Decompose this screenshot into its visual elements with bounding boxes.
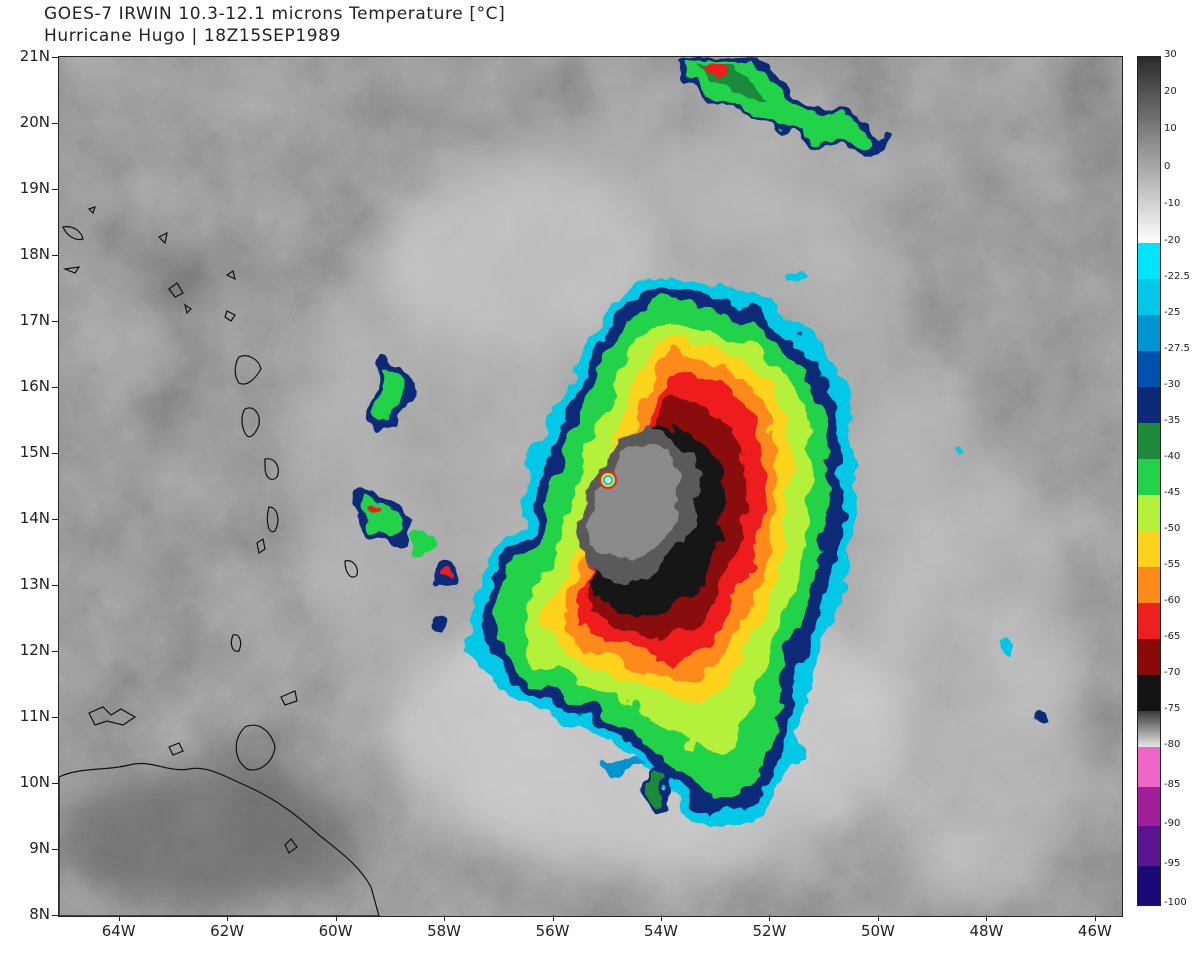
colorbar-segment bbox=[1138, 567, 1160, 603]
latitude-tick bbox=[52, 453, 58, 454]
colorbar-label: -35 bbox=[1164, 415, 1181, 426]
colorbar-label: 20 bbox=[1164, 86, 1177, 98]
colorbar-segment bbox=[1138, 351, 1160, 387]
colorbar-label: -55 bbox=[1164, 559, 1181, 570]
colorbar-segment bbox=[1138, 786, 1160, 826]
latitude-label: 11N bbox=[19, 707, 50, 725]
colorbar-segment bbox=[1138, 459, 1160, 495]
colorbar-segment bbox=[1138, 826, 1160, 866]
latitude-tick bbox=[52, 123, 58, 124]
colorbar-segment bbox=[1138, 423, 1160, 459]
latitude-label: 10N bbox=[19, 773, 50, 791]
colorbar-label: 0 bbox=[1164, 160, 1171, 172]
colorbar-label: 30 bbox=[1164, 49, 1177, 60]
longitude-label: 60W bbox=[318, 922, 353, 940]
latitude-tick bbox=[52, 849, 58, 850]
longitude-label: 52W bbox=[752, 922, 787, 940]
longitude-tick bbox=[877, 915, 879, 921]
longitude-label: 56W bbox=[535, 922, 570, 940]
colorbar-segment bbox=[1138, 243, 1160, 279]
colorbar-segment bbox=[1138, 603, 1160, 639]
latitude-label: 15N bbox=[19, 443, 50, 461]
colorbar-segment bbox=[1138, 279, 1160, 315]
colorbar-label: -75 bbox=[1164, 703, 1181, 714]
colorbar-segment bbox=[1138, 675, 1160, 711]
colorbar-label: -90 bbox=[1164, 818, 1181, 829]
latitude-label: 16N bbox=[19, 377, 50, 395]
latitude-label: 19N bbox=[19, 179, 50, 197]
colorbar-segment bbox=[1138, 315, 1160, 351]
longitude-tick bbox=[1094, 915, 1096, 921]
latitude-tick bbox=[52, 189, 58, 190]
colorbar-label: -45 bbox=[1164, 487, 1181, 498]
longitude-tick bbox=[769, 915, 771, 921]
longitude-label: 58W bbox=[427, 922, 462, 940]
chart-title: GOES-7 IRWIN 10.3-12.1 microns Temperatu… bbox=[44, 4, 506, 24]
satellite-imagery bbox=[59, 57, 1122, 916]
colorbar-label: -100 bbox=[1164, 897, 1187, 908]
colorbar-label: -22.5 bbox=[1164, 271, 1190, 282]
colorbar-segment bbox=[1138, 747, 1160, 787]
colorbar-segment bbox=[1138, 57, 1160, 243]
longitude-label: 62W bbox=[210, 922, 245, 940]
chart-subtitle: Hurricane Hugo | 18Z15SEP1989 bbox=[44, 26, 342, 46]
colorbar-label: -85 bbox=[1164, 778, 1181, 790]
colorbar-label: -50 bbox=[1164, 523, 1181, 534]
colorbar-label: -95 bbox=[1164, 857, 1181, 869]
longitude-tick bbox=[986, 915, 988, 921]
longitude-label: 64W bbox=[101, 922, 136, 940]
colorbar-label: 10 bbox=[1164, 123, 1177, 135]
colorbar-label: -65 bbox=[1164, 631, 1181, 642]
colorbar-label: -10 bbox=[1164, 197, 1181, 209]
colorbar-label: -20 bbox=[1164, 235, 1181, 246]
latitude-label: 8N bbox=[29, 905, 50, 923]
colorbar-label: -70 bbox=[1164, 667, 1181, 678]
latitude-label: 13N bbox=[19, 575, 50, 593]
longitude-tick bbox=[552, 915, 554, 921]
longitude-label: 48W bbox=[969, 922, 1004, 940]
latitude-tick bbox=[52, 585, 58, 586]
colorbar-label: -30 bbox=[1164, 379, 1181, 390]
longitude-tick bbox=[335, 915, 337, 921]
latitude-tick bbox=[52, 651, 58, 652]
colorbar-label: -80 bbox=[1164, 739, 1181, 750]
colorbar-segment bbox=[1138, 531, 1160, 567]
latitude-label: 20N bbox=[19, 113, 50, 131]
latitude-label: 9N bbox=[29, 839, 50, 857]
latitude-tick bbox=[52, 717, 58, 718]
latitude-tick bbox=[52, 783, 58, 784]
temperature-colorbar bbox=[1137, 56, 1161, 906]
colorbar-label: -27.5 bbox=[1164, 343, 1190, 354]
colorbar-segment bbox=[1138, 711, 1160, 747]
latitude-tick bbox=[52, 57, 58, 58]
longitude-tick bbox=[444, 915, 446, 921]
latitude-label: 12N bbox=[19, 641, 50, 659]
longitude-tick bbox=[661, 915, 662, 921]
latitude-tick bbox=[52, 519, 58, 520]
satellite-map[interactable] bbox=[58, 56, 1123, 917]
colorbar-segment bbox=[1138, 865, 1160, 905]
colorbar-label: -40 bbox=[1164, 451, 1181, 462]
colorbar-label: -60 bbox=[1164, 595, 1181, 606]
latitude-tick bbox=[52, 387, 58, 388]
colorbar-segment bbox=[1138, 639, 1160, 675]
latitude-tick bbox=[52, 321, 58, 322]
latitude-label: 14N bbox=[19, 509, 50, 527]
longitude-tick bbox=[118, 915, 120, 921]
latitude-label: 21N bbox=[19, 47, 50, 65]
longitude-label: 50W bbox=[860, 922, 895, 940]
colorbar-segment bbox=[1138, 495, 1160, 531]
colorbar-label: -25 bbox=[1164, 307, 1181, 318]
latitude-tick bbox=[52, 255, 58, 256]
longitude-tick bbox=[227, 915, 229, 921]
colorbar-segment bbox=[1138, 387, 1160, 423]
latitude-label: 17N bbox=[19, 311, 50, 329]
latitude-tick bbox=[52, 915, 58, 916]
longitude-label: 54W bbox=[644, 922, 678, 940]
latitude-label: 18N bbox=[19, 245, 50, 263]
longitude-label: 46W bbox=[1077, 922, 1112, 940]
